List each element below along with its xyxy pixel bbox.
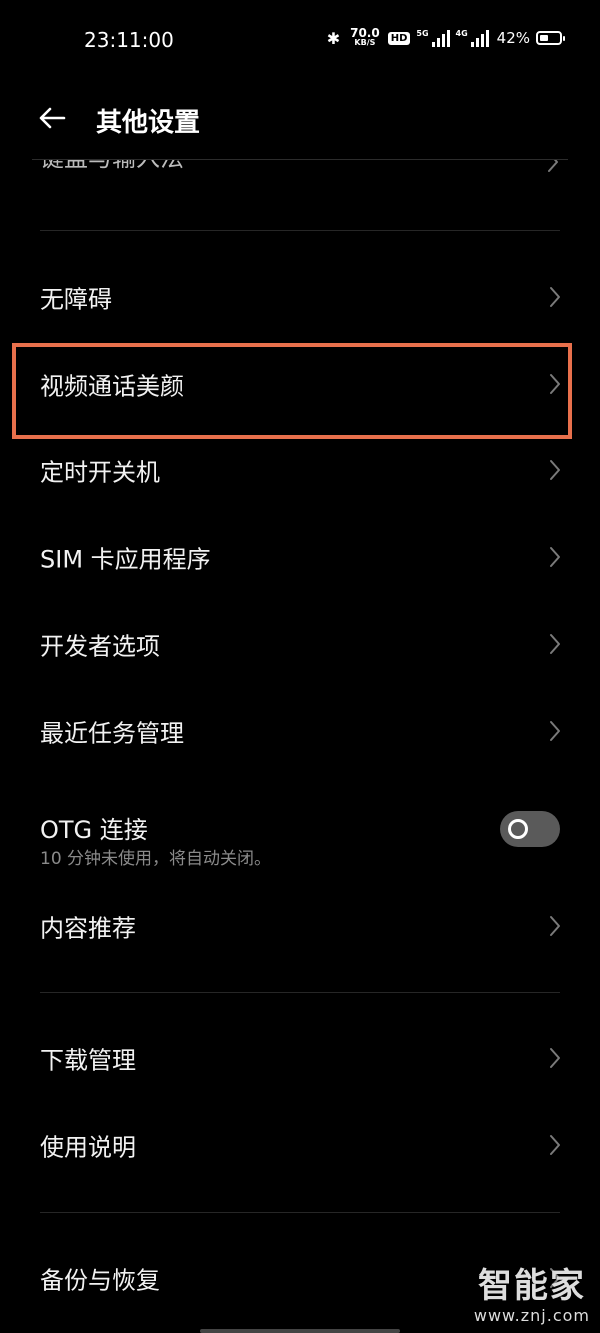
battery-percent: 42% [496,29,530,47]
battery-icon [536,31,565,45]
home-indicator[interactable] [200,1329,400,1333]
chevron-right-icon [550,634,560,654]
bluetooth-icon: ✱ [326,28,341,48]
section-divider [40,992,560,993]
list-item-recent-tasks[interactable]: 最近任务管理 [0,688,600,774]
page-title: 其他设置 [96,108,201,138]
list-item-content-recommendation[interactable]: 内容推荐 [0,883,600,969]
chevron-right-icon [550,1048,560,1068]
status-bar: 23:11:00 ✱ 70.0 KB/S HD 5G 4G 42% [0,0,600,80]
list-item-label: OTG 连接 [40,816,148,844]
chevron-right-icon [548,160,558,172]
list-item-label: 键盘与输入法 [40,160,184,173]
list-item-label: 无障碍 [40,285,112,314]
list-item-label: SIM 卡应用程序 [40,545,211,574]
chevron-right-icon [550,916,560,936]
sim1-signal-icon: 5G [416,29,450,47]
toggle-knob [508,819,528,839]
list-item-label: 备份与恢复 [40,1266,160,1295]
sim2-network-label: 4G [455,29,468,38]
list-item-label: 最近任务管理 [40,719,184,748]
list-item-download-manager[interactable]: 下载管理 [0,1015,600,1101]
network-speed: 70.0 KB/S [350,26,380,48]
hd-voice-icon: HD [387,31,411,45]
chevron-right-icon [550,287,560,307]
list-item-label: 开发者选项 [40,632,160,661]
list-item-label: 视频通话美颜 [40,372,184,401]
list-item-user-guide[interactable]: 使用说明 [0,1102,600,1188]
list-item-scheduled-power[interactable]: 定时开关机 [0,427,600,513]
chevron-right-icon [550,460,560,480]
status-icons: ✱ 70.0 KB/S HD 5G 4G 42% [326,26,565,48]
list-item-otg: OTG 连接 10 分钟未使用，将自动关闭。 [0,784,600,874]
network-speed-value: 70.0 [350,26,380,40]
watermark-brand: 智能家 [477,1266,586,1306]
list-item-sim-toolkit[interactable]: SIM 卡应用程序 [0,514,600,600]
chevron-right-icon [550,547,560,567]
list-item-label: 使用说明 [40,1133,136,1162]
chevron-right-icon [550,374,560,394]
list-item-video-call-beauty[interactable]: 视频通话美颜 [0,341,600,427]
list-item-label: 下载管理 [40,1046,136,1075]
sim1-network-label: 5G [416,29,429,38]
list-item-subtitle: 10 分钟未使用，将自动关闭。 [40,849,272,869]
list-item-label: 定时开关机 [40,458,160,487]
otg-toggle[interactable] [500,811,560,847]
chevron-right-icon [550,721,560,741]
section-divider [40,1212,560,1213]
list-item-keyboard-input[interactable]: 键盘与输入法 [0,142,600,182]
watermark-url: www.znj.com [473,1306,590,1325]
status-time: 23:11:00 [84,28,174,52]
list-item-accessibility[interactable]: 无障碍 [0,254,600,340]
sim2-signal-icon: 4G [456,29,489,47]
page-header: 其他设置 [0,90,600,150]
back-arrow-icon[interactable] [36,102,68,134]
chevron-right-icon [550,1135,560,1155]
section-divider [40,230,560,231]
battery-fill [540,35,548,41]
list-item-label: 内容推荐 [40,914,136,943]
list-item-developer-options[interactable]: 开发者选项 [0,601,600,687]
watermark: 智能家 www.znj.com [474,1266,590,1325]
network-speed-unit: KB/S [354,38,376,47]
